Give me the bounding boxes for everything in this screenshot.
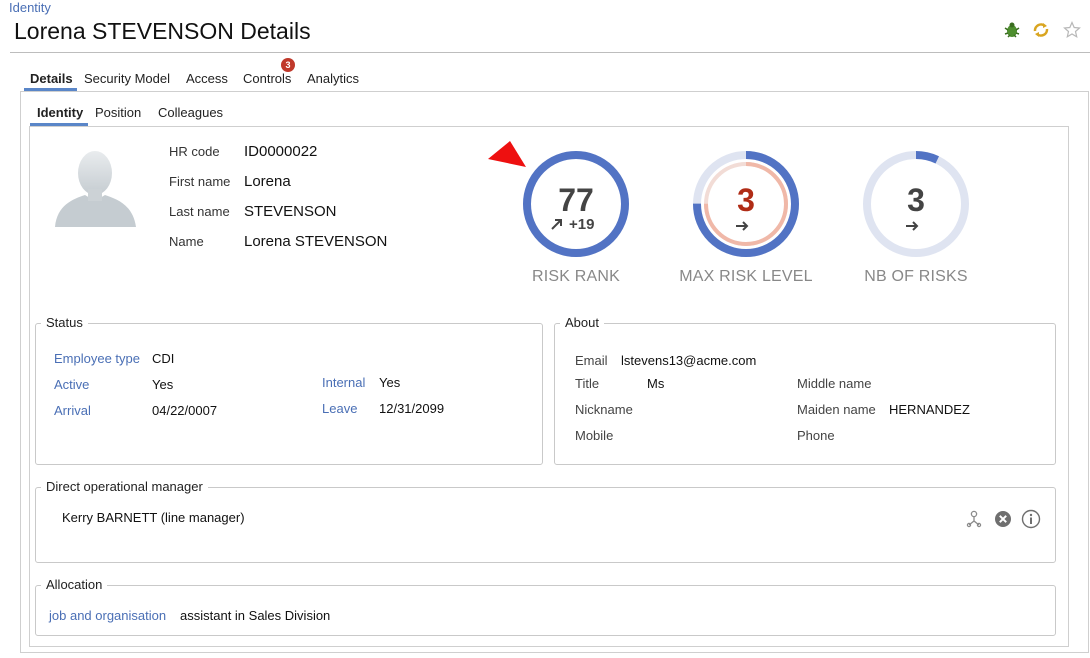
internal-label: Internal: [322, 375, 366, 390]
nickname-label: Nickname: [575, 402, 633, 417]
manager-legend: Direct operational manager: [41, 479, 208, 494]
name-value: Lorena STEVENSON: [244, 233, 388, 250]
tab-analytics[interactable]: Analytics: [307, 71, 359, 86]
email-value: lstevens13@acme.com: [621, 353, 757, 368]
avatar: [53, 145, 138, 227]
about-legend: About: [560, 315, 604, 330]
maiden-name-value: HERNANDEZ: [889, 402, 970, 417]
hr-code-label: HR code: [169, 144, 220, 159]
trend-flat-arrow-icon: [905, 219, 919, 231]
subtab-position[interactable]: Position: [95, 105, 141, 120]
manager-section: [35, 487, 1056, 563]
title-value: Ms: [647, 376, 665, 391]
manager-name[interactable]: Kerry BARNETT (line manager): [62, 510, 245, 525]
email-label: Email: [575, 353, 608, 368]
job-and-organisation-label: job and organisation: [49, 608, 167, 623]
arrival-label: Arrival: [54, 403, 91, 418]
hr-code-value: ID0000022: [244, 143, 318, 160]
first-name-label: First name: [169, 174, 231, 189]
active-label: Active: [54, 377, 90, 392]
mobile-label: Mobile: [575, 428, 614, 443]
maiden-name-label: Maiden name: [797, 402, 876, 417]
about-section: [554, 323, 1056, 465]
tab-details[interactable]: Details: [30, 71, 73, 86]
risk-rank-label: RISK RANK: [531, 268, 621, 285]
remove-icon[interactable]: [993, 509, 1013, 529]
org-chart-icon[interactable]: [964, 509, 984, 529]
last-name-value: STEVENSON: [244, 203, 337, 220]
first-name-value: Lorena: [244, 173, 291, 190]
last-name-label: Last name: [169, 204, 230, 219]
tab-security-model[interactable]: Security Model: [84, 71, 170, 86]
bug-icon[interactable]: [1002, 20, 1022, 40]
nb-of-risks-value: 3: [907, 182, 925, 218]
subtab-identity[interactable]: Identity: [37, 105, 83, 120]
page-title: Lorena STEVENSON Details: [14, 18, 311, 44]
employee-type-value: CDI: [152, 351, 175, 366]
controls-count-badge: 3: [281, 58, 295, 72]
breadcrumb[interactable]: Identity: [9, 0, 51, 15]
leave-label: Leave: [322, 401, 358, 416]
name-label: Name: [169, 234, 204, 249]
title-label: Title: [575, 376, 600, 391]
risk-rank-delta: +19: [569, 216, 595, 233]
trend-flat-arrow-icon: [735, 219, 749, 231]
tab-access[interactable]: Access: [186, 71, 228, 86]
allocation-legend: Allocation: [41, 577, 108, 592]
tab-controls[interactable]: Controls: [243, 71, 291, 86]
status-section: [35, 323, 543, 465]
internal-value: Yes: [379, 375, 401, 390]
max-risk-level-value: 3: [737, 182, 755, 218]
employee-type-label: Employee type: [54, 351, 140, 366]
middle-name-label: Middle name: [797, 376, 872, 391]
phone-label: Phone: [797, 428, 835, 443]
risk-rank-value: 77: [558, 182, 594, 218]
active-value: Yes: [152, 377, 174, 392]
header-divider: [10, 52, 1090, 53]
leave-value: 12/31/2099: [379, 401, 445, 416]
max-risk-level-label: MAX RISK LEVEL: [679, 268, 813, 285]
subtab-colleagues[interactable]: Colleagues: [158, 105, 223, 120]
favorite-star-icon[interactable]: [1062, 20, 1082, 40]
nb-of-risks-label: NB OF RISKS: [864, 268, 968, 285]
arrival-value: 04/22/0007: [152, 403, 218, 418]
job-and-organisation-value: assistant in Sales Division: [180, 608, 331, 623]
trend-up-arrow-icon: [550, 217, 564, 231]
refresh-icon[interactable]: [1031, 20, 1051, 40]
status-legend: Status: [41, 315, 88, 330]
info-icon[interactable]: [1021, 509, 1041, 529]
